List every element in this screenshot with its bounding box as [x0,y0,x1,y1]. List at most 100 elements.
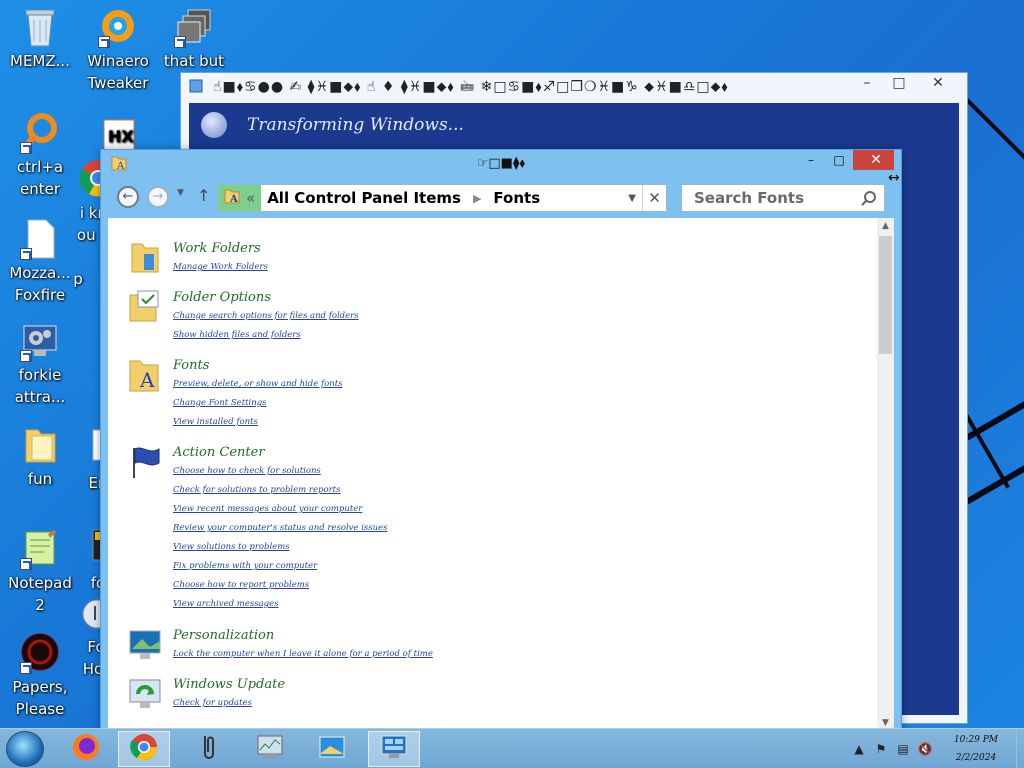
volume-muted-icon[interactable]: 🔇 [914,742,936,756]
resize-cursor-icon: ↔ [888,170,900,186]
category-link[interactable]: View recent messages about your computer [173,500,388,519]
category-title[interactable]: Action Center [173,444,388,462]
desktop-icon-notepad2[interactable]: Notepad 2 [0,528,80,616]
folder-icon [20,424,60,466]
forward-button[interactable]: → [147,186,169,208]
control-panel-window[interactable]: A ☞︎□︎■︎⧫︎⬧︎ – □ ✕ ← → ▼ ↑ A « All Contr… [100,149,902,739]
address-dropdown-icon[interactable]: ▼ [628,193,636,204]
minimize-button[interactable]: – [851,75,883,91]
task-manager-icon [255,732,285,766]
svg-text:HX: HX [108,127,134,146]
category-link[interactable]: View installed fonts [173,413,343,432]
breadcrumb-separator-icon[interactable]: ▶ [467,192,487,205]
back-arrow-icon[interactable] [201,112,227,138]
fonts-folder-icon: A [128,357,162,393]
breadcrumb-all-control-panel-items[interactable]: All Control Panel Items [261,189,467,207]
papers-please-icon [20,632,60,674]
search-icon[interactable] [864,191,876,203]
category-link[interactable]: Preview, delete, or show and hide fonts [173,375,343,394]
category-link[interactable]: Choose how to check for solutions [173,462,388,481]
scroll-up-arrow-icon[interactable]: ▲ [877,218,894,234]
background-window-titlebar[interactable]: ☝︎■︎⬧︎♋︎●︎●︎ ✍︎ ⧫︎♓︎■︎⬥︎⬧︎ ☝︎ ♦︎ ⧫︎♓︎■︎⬥… [181,73,967,103]
category-link[interactable]: Check for updates [173,694,285,713]
category-title[interactable]: Work Folders [173,240,268,258]
svg-text:A: A [116,161,125,171]
winaero-icon [98,6,138,48]
show-hidden-icons-chevron-icon[interactable]: ▲ [848,742,870,756]
background-window-app-icon [189,79,203,97]
window-titlebar[interactable]: A ☞︎□︎■︎⧫︎⬧︎ – □ ✕ [101,150,901,176]
fonts-folder-icon: A [224,188,240,208]
start-button[interactable] [6,731,44,767]
up-button[interactable]: ↑ [197,186,210,205]
address-clear-button[interactable]: ✕ [642,185,666,211]
action-center-flag-icon[interactable]: ⚑ [870,742,892,756]
taskbar-task-manager[interactable] [244,731,296,767]
clock-time: 10:29 PM [953,735,999,745]
desktop-icon-mozza-foxfire[interactable]: Mozza... Foxfire [0,218,80,306]
svg-text:A: A [229,194,238,204]
firefox-icon [71,732,101,766]
category-title[interactable]: Folder Options [173,289,359,307]
network-icon[interactable]: ▤ [892,742,914,756]
window-controls: – □ ✕ [797,150,899,170]
address-bar[interactable]: A « All Control Panel Items ▶ Fonts ▼ ✕ [217,184,667,212]
desktop-icon-p[interactable]: p [58,268,98,290]
category-title[interactable]: Personalization [173,627,433,645]
personalization-icon [128,627,162,663]
close-button[interactable]: ✕ [915,75,961,91]
address-overflow-chevron[interactable]: « [240,189,255,207]
search-input[interactable]: Search Fonts [681,184,885,212]
desktop-icon-fun[interactable]: fun [0,424,80,490]
close-button[interactable]: ✕ [853,150,899,170]
taskbar-image-viewer[interactable] [306,731,358,767]
system-tray: ▲ ⚑ ▤ 🔇 10:29 PM 2/2/2024 [848,729,1024,768]
category-link[interactable]: Fix problems with your computer [173,557,388,576]
image-viewer-icon [317,732,347,766]
breadcrumb-fonts[interactable]: Fonts [487,189,546,207]
background-window-controls: – □ ✕ [851,75,961,91]
taskbar-paperclip[interactable] [182,731,234,767]
show-desktop-button[interactable] [1016,729,1024,768]
window-title: ☞︎□︎■︎⧫︎⬧︎ [476,155,526,171]
category-link[interactable]: Check for solutions to problem reports [173,481,388,500]
category-link[interactable]: Manage Work Folders [173,258,268,277]
taskbar-firefox[interactable] [60,731,112,767]
action-center-flag-icon [128,444,162,480]
clock-date: 2/2/2024 [955,753,997,763]
folder-options-icon [128,289,162,325]
maximize-button[interactable]: □ [883,75,915,91]
taskbar: ▲ ⚑ ▤ 🔇 10:29 PM 2/2/2024 [0,728,1024,768]
scrollbar-thumb[interactable] [879,236,892,354]
category-link[interactable]: Change search options for files and fold… [173,307,359,326]
maximize-button[interactable]: □ [825,150,853,170]
recent-locations-chevron-icon[interactable]: ▼ [177,188,184,198]
desktop-icon-forkie[interactable]: forkie attra... [0,320,80,408]
stacked-windows-icon [174,6,214,48]
category-link[interactable]: View archived messages [173,595,388,614]
clock[interactable]: 10:29 PM 2/2/2024 [936,731,1016,767]
svg-text:A: A [139,368,155,392]
category-link[interactable]: Review your computer's status and resolv… [173,519,388,538]
taskbar-control-panel[interactable] [368,731,420,767]
desktop-icon-memz[interactable]: MEMZ... [0,6,80,72]
taskbar-chrome[interactable] [118,731,170,767]
notepad-icon [20,528,60,570]
category-link[interactable]: Show hidden files and folders [173,326,359,345]
category-title[interactable]: Fonts [173,357,343,375]
category-link[interactable]: Change Font Settings [173,394,343,413]
back-button[interactable]: ← [117,186,139,208]
category-link[interactable]: Choose how to report problems [173,576,388,595]
category-link[interactable]: View solutions to problems [173,538,388,557]
category-title[interactable]: Windows Update [173,676,285,694]
control-panel-icon [379,732,409,766]
category-link[interactable]: Lock the computer when I leave it alone … [173,645,433,664]
fonts-folder-icon: A [111,155,127,172]
vertical-scrollbar[interactable]: ▲ ▼ [877,218,894,731]
desktop-icon-papers-please[interactable]: Papers, Please [0,632,80,720]
settings-monitor-icon [20,320,60,362]
wizard-header-text: Transforming Windows... [247,115,464,135]
minimize-button[interactable]: – [797,150,825,170]
desktop-icon-winaero-tweaker[interactable]: Winaero Tweaker [78,6,158,94]
search-placeholder: Search Fonts [694,189,805,207]
